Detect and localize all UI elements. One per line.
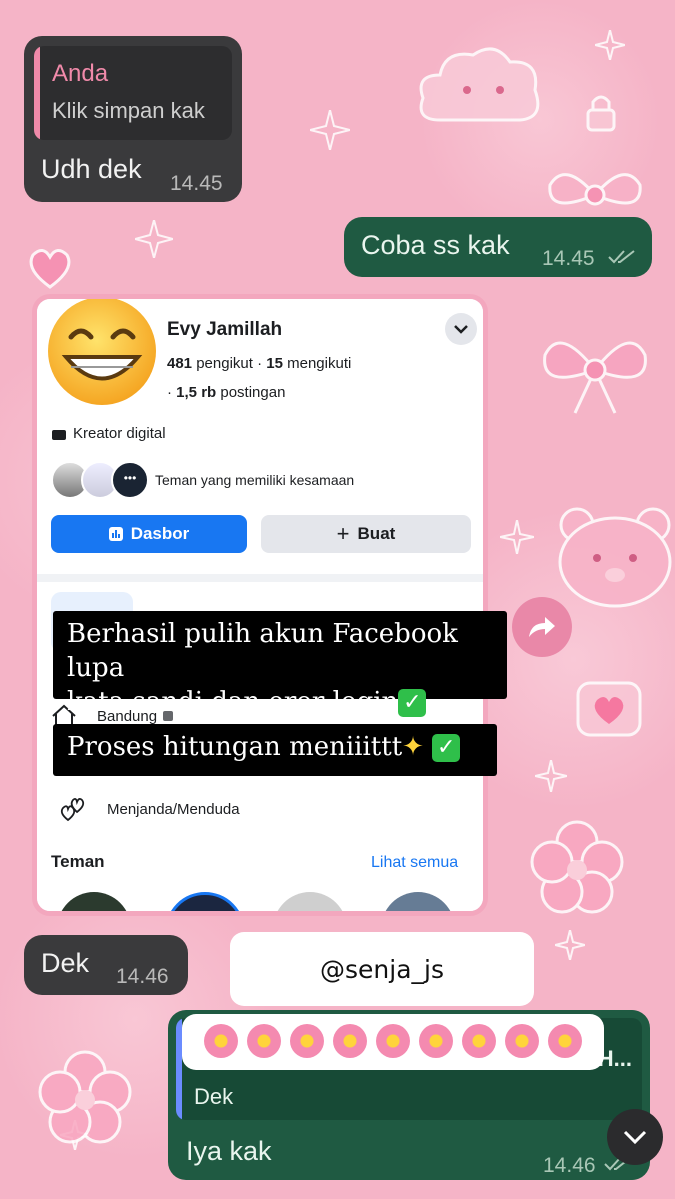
create-button[interactable]: + Buat (261, 515, 471, 553)
flower-decoration (38, 1050, 132, 1144)
reply-quote-bar (34, 46, 40, 140)
caption-line-1: Berhasil pulih akun Facebook lupa (67, 619, 458, 683)
caption-overlay-2: Proses hitungan meniiittt✦ ✓ (53, 724, 497, 776)
chart-icon (108, 527, 123, 541)
profile-name: Evy Jamillah (167, 319, 283, 340)
heart-bubble-decoration (576, 681, 642, 737)
double-check-icon (608, 250, 635, 264)
message-text: Udh dek (41, 154, 142, 184)
check-mark-icon: ✓ (432, 734, 461, 762)
caption-line-2: kata sandi dan eror login (67, 687, 399, 717)
mutual-friends-text: Teman yang memiliki kesamaan (155, 472, 355, 488)
cherry-blossom-icon (376, 1024, 410, 1058)
grinning-emoji-avatar (48, 299, 156, 405)
forward-arrow-icon (529, 617, 555, 637)
hearts-icon (60, 797, 85, 822)
watermark-label: @senja_js (230, 932, 534, 1006)
message-time: 14.46 (543, 1154, 596, 1177)
followers-label: pengikut (196, 355, 253, 372)
sparkle-icon (500, 520, 534, 554)
message-time: 14.45 (170, 172, 223, 195)
caption-overlay-1: Berhasil pulih akun Facebook lupa kata s… (53, 611, 507, 717)
message-text: Dek (41, 948, 90, 978)
chevron-down-icon (623, 1130, 647, 1145)
caption-line-3: Proses hitungan meniiittt (67, 732, 403, 762)
heart-decoration (29, 249, 71, 289)
dashboard-label: Dasbor (130, 524, 190, 543)
cherry-blossom-icon (548, 1024, 582, 1058)
outgoing-message-coba-ss[interactable]: Coba ss kak 14.45 (344, 217, 652, 277)
check-mark-icon: ✓ (398, 689, 427, 717)
cherry-blossom-icon (290, 1024, 324, 1058)
followers-count: 481 (167, 355, 193, 372)
relationship-row: Menjanda/Menduda (59, 796, 240, 822)
profile-header: Evy Jamillah 481 pengikut · 15 mengikuti… (37, 299, 483, 574)
cherry-blossom-icon (419, 1024, 453, 1058)
relationship-label: Menjanda/Menduda (107, 800, 240, 818)
incoming-message-udh-dek[interactable]: Anda Klik simpan kak Udh dek 14.45 (24, 36, 242, 202)
friend-avatar[interactable] (57, 892, 131, 911)
following-label: mengikuti (287, 355, 352, 372)
posts-count: 1,5 rb (176, 384, 217, 401)
profile-category: Kreator digital (51, 425, 166, 442)
more-icon: ••• (111, 461, 149, 499)
message-text: Iya kak (186, 1136, 272, 1166)
friend-avatar[interactable] (165, 892, 245, 911)
cherry-blossom-icon (333, 1024, 367, 1058)
mutual-friends-row[interactable]: ••• Teman yang memiliki kesamaan (51, 461, 354, 499)
plus-icon: + (336, 521, 350, 546)
cherry-blossom-icon (462, 1024, 496, 1058)
bow-decoration (543, 341, 647, 414)
quoted-text: Dek (194, 1084, 234, 1109)
sparkle-icon (595, 30, 625, 60)
incoming-message-dek[interactable]: Dek 14.46 (24, 935, 188, 995)
message-time: 14.45 (542, 247, 595, 270)
reply-quote[interactable]: Anda Klik simpan kak (34, 46, 232, 140)
cherry-blossom-icon (505, 1024, 539, 1058)
facebook-profile-screenshot[interactable]: Evy Jamillah 481 pengikut · 15 mengikuti… (32, 294, 488, 916)
message-time: 14.46 (116, 965, 169, 988)
profile-menu-button[interactable] (445, 313, 477, 345)
reply-author: Anda (52, 60, 109, 87)
chevron-down-icon (454, 325, 468, 334)
cherry-blossom-icon (204, 1024, 238, 1058)
cloud-decoration (419, 47, 540, 122)
sparkles-icon: ✦ (402, 732, 424, 762)
message-text: Coba ss kak (361, 230, 510, 260)
scroll-to-bottom-button[interactable] (607, 1109, 663, 1165)
profile-posts: · 1,5 rb postingan (167, 384, 285, 401)
following-count: 15 (266, 355, 283, 372)
cherry-blossom-icon (247, 1024, 281, 1058)
friends-heading: Teman (51, 852, 105, 871)
friend-avatar[interactable] (273, 892, 347, 911)
profile-stats: 481 pengikut · 15 mengikuti (167, 355, 351, 372)
forward-button[interactable] (512, 597, 572, 657)
see-all-link[interactable]: Lihat semua (371, 854, 458, 872)
clapperboard-icon (52, 429, 66, 440)
sparkle-icon (535, 760, 567, 792)
flower-decoration (530, 820, 624, 914)
bear-decoration (558, 507, 672, 608)
sparkle-icon (135, 220, 173, 258)
sparkle-icon (555, 930, 585, 960)
stat-separator: · (167, 384, 177, 401)
stat-separator: · (257, 355, 267, 372)
dashboard-button[interactable]: Dasbor (51, 515, 247, 553)
watermark-text: @senja_js (320, 954, 444, 984)
reply-text: Klik simpan kak (52, 98, 205, 123)
lock-decoration (586, 95, 616, 132)
flower-row-sticker (182, 1014, 604, 1070)
sparkle-icon (310, 110, 350, 150)
posts-label: postingan (220, 384, 286, 401)
category-label: Kreator digital (73, 425, 166, 442)
create-label: Buat (357, 524, 396, 543)
